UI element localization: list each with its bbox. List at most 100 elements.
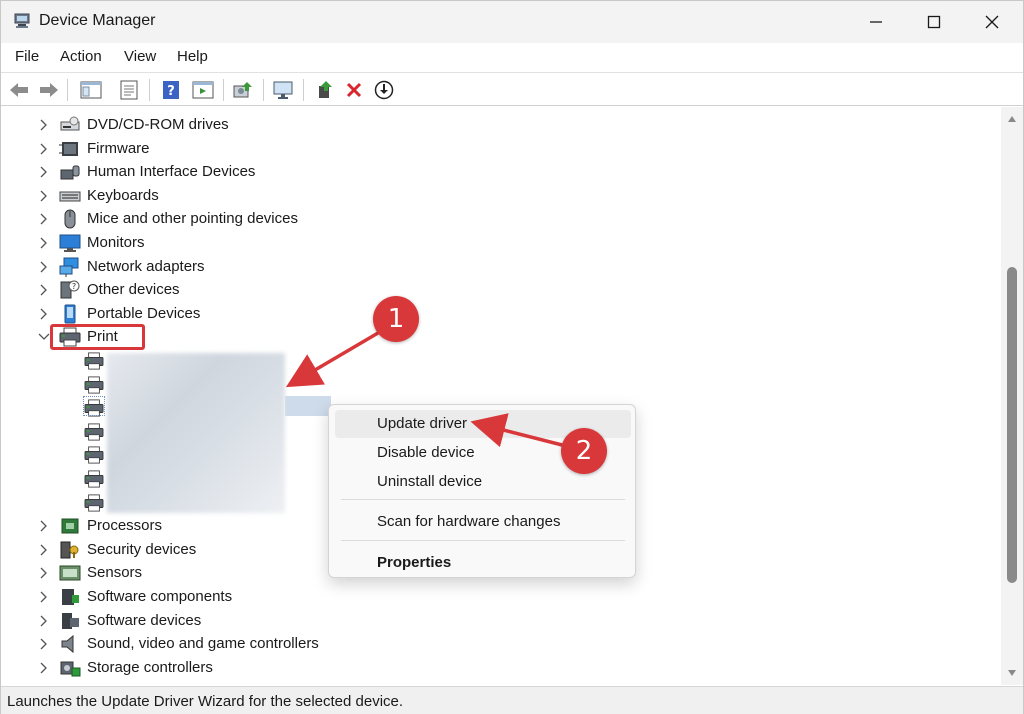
tree-node-label: Processors [87,517,163,534]
tree-node-firmware[interactable]: Firmware [1,137,1001,161]
tree-node-print[interactable]: Print [1,325,1001,349]
menu-action[interactable]: Action [60,48,102,65]
tree-node-sound-video-and-game-controllers[interactable]: Sound, video and game controllers [1,632,1001,656]
printer-child-icon[interactable] [83,494,105,512]
toolbar-separator [67,79,68,101]
scan-hardware-button[interactable] [271,78,295,102]
printer-child-icon[interactable] [83,376,105,394]
selected-printer-row-highlight[interactable] [285,396,331,416]
uninstall-toolbar-button[interactable] [342,78,366,102]
maximize-button[interactable] [903,1,965,43]
chevron-right-icon[interactable] [38,544,50,556]
speaker-icon [61,634,74,654]
chevron-right-icon[interactable] [38,615,50,627]
close-icon [985,15,999,29]
chevron-right-icon[interactable] [38,166,50,178]
chevron-right-icon[interactable] [38,143,50,155]
chevron-right-icon[interactable] [38,261,50,273]
chevron-right-icon[interactable] [38,638,50,650]
tree-node-human-interface-devices[interactable]: Human Interface Devices [1,160,1001,184]
chevron-down-icon[interactable] [38,331,50,343]
vertical-scrollbar[interactable] [1001,107,1023,685]
tree-node-label: Security devices [87,541,197,558]
menu-help[interactable]: Help [177,48,208,65]
tree-node-portable-devices[interactable]: Portable Devices [1,302,1001,326]
scrollbar-thumb[interactable] [1007,267,1017,583]
chevron-right-icon[interactable] [38,662,50,674]
hid-icon [60,165,80,180]
back-button[interactable] [7,78,31,102]
chevron-right-icon[interactable] [38,119,50,131]
step-2-badge: 2 [561,428,607,474]
chevron-right-icon[interactable] [38,190,50,202]
tree-node-label: Storage controllers [87,659,213,676]
help-button[interactable]: ? [159,78,183,102]
tree-node-network-adapters[interactable]: Network adapters [1,255,1001,279]
chevron-right-icon[interactable] [38,520,50,532]
storage-controller-icon [60,661,81,677]
chevron-right-icon[interactable] [38,284,50,296]
download-toolbar-button[interactable] [372,78,396,102]
back-arrow-icon [10,83,28,97]
status-text: Launches the Update Driver Wizard for th… [7,693,404,710]
monitor-icon [59,234,81,252]
console-tree-icon [80,81,102,99]
step-1-badge: 1 [373,296,419,342]
forward-button[interactable] [37,78,61,102]
tree-node-software-devices[interactable]: Software devices [1,609,1001,633]
update-driver-label: Update driver [377,415,468,432]
selected-printer-focus [83,396,105,416]
tree-node-other-devices[interactable]: ? Other devices [1,278,1001,302]
properties-toolbar-button[interactable] [117,78,141,102]
software-component-icon [62,589,79,605]
action-pane-button[interactable] [191,78,215,102]
svg-text:?: ? [72,282,76,291]
uninstall-device-label: Uninstall device [377,473,483,490]
network-adapter-icon [59,257,79,277]
tree-node-label: Network adapters [87,258,205,275]
printer-child-icon[interactable] [83,423,105,441]
scroll-up-icon[interactable] [1007,115,1017,123]
window-title: Device Manager [39,12,156,29]
tree-node-dvd-cd-rom-drives[interactable]: DVD/CD-ROM drives [1,113,1001,137]
chevron-right-icon[interactable] [38,308,50,320]
add-legacy-hardware-button[interactable] [313,78,337,102]
chevron-right-icon[interactable] [38,591,50,603]
show-hide-console-tree-button[interactable] [79,78,103,102]
printer-child-icon[interactable] [83,470,105,488]
menu-view[interactable]: View [124,48,156,65]
tree-node-label: Other devices [87,281,180,298]
tree-node-keyboards[interactable]: Keyboards [1,184,1001,208]
tree-node-software-components[interactable]: Software components [1,585,1001,609]
scan-hardware-menu-item[interactable]: Scan for hardware changes [335,508,631,536]
scroll-down-icon[interactable] [1007,669,1017,677]
update-driver-toolbar-button[interactable] [231,78,255,102]
tree-node-storage-controllers[interactable]: Storage controllers [1,656,1001,680]
menu-bar: File Action View Help [1,43,1023,71]
disable-device-label: Disable device [377,444,475,461]
toolbar: ? [1,72,1023,106]
menu-file[interactable]: File [15,48,39,65]
printer-child-icon[interactable] [83,446,105,464]
chevron-right-icon[interactable] [38,213,50,225]
tree-node-label: Sound, video and game controllers [87,635,319,652]
mouse-icon [64,209,76,229]
print-highlight-box [50,324,145,350]
action-pane-icon [192,81,214,99]
chevron-right-icon[interactable] [38,237,50,249]
chevron-right-icon[interactable] [38,567,50,579]
tree-node-mice-and-other-pointing-devices[interactable]: Mice and other pointing devices [1,207,1001,231]
toolbar-separator [303,79,304,101]
forward-arrow-icon [40,83,58,97]
minimize-button[interactable] [845,1,907,43]
download-circle-icon [374,80,394,100]
close-button[interactable] [961,1,1023,43]
monitor-scan-icon [273,81,293,99]
software-device-icon [62,613,79,629]
tree-node-label: Human Interface Devices [87,163,256,180]
properties-menu-item[interactable]: Properties [335,549,631,577]
scan-hardware-label: Scan for hardware changes [377,513,561,530]
context-menu-separator [341,540,625,541]
tree-node-monitors[interactable]: Monitors [1,231,1001,255]
printer-child-icon[interactable] [83,352,105,370]
